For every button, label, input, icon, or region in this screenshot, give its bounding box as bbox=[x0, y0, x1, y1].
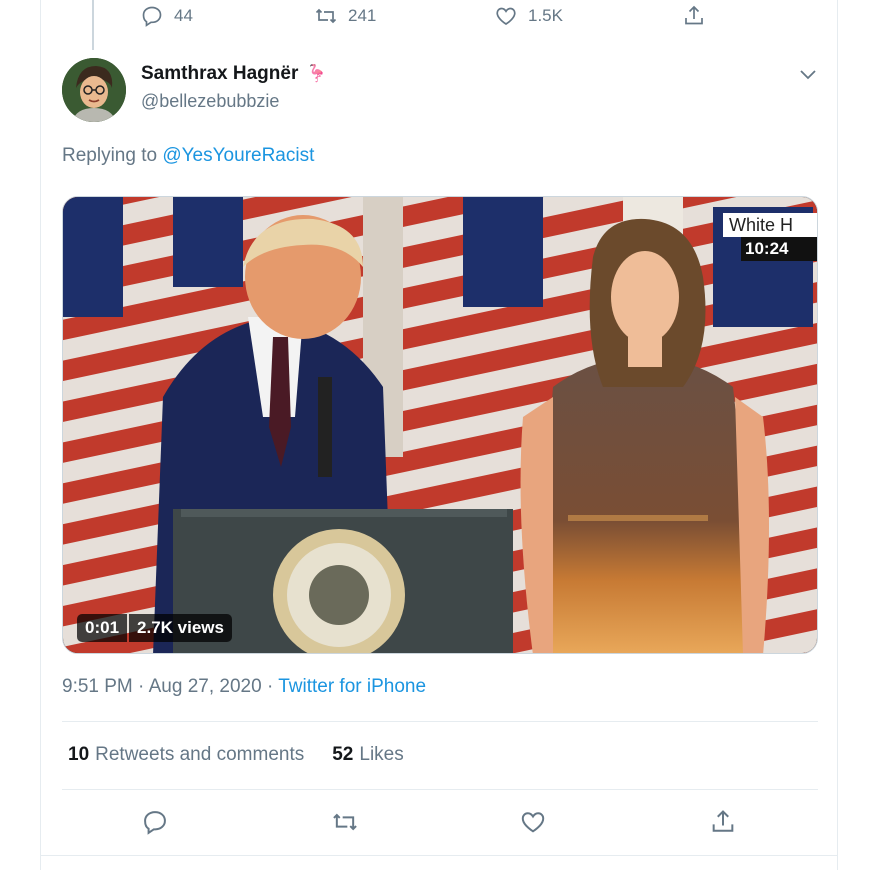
retweets-label: Retweets and comments bbox=[95, 744, 305, 765]
video-badge: 0:01 2.7K views bbox=[77, 614, 232, 642]
avatar[interactable] bbox=[62, 58, 126, 122]
prev-reply-count: 44 bbox=[174, 6, 193, 25]
video-views: 2.7K views bbox=[129, 614, 232, 642]
share-button[interactable] bbox=[709, 808, 737, 836]
retweets-count: 10 bbox=[68, 744, 90, 765]
divider bbox=[62, 789, 818, 790]
video-overlay-time: 10:24 bbox=[741, 237, 817, 261]
likes-stat[interactable]: 52 Likes bbox=[332, 744, 404, 766]
divider bbox=[40, 855, 838, 856]
tweet-date[interactable]: Aug 27, 2020 bbox=[149, 676, 262, 697]
user-handle[interactable]: @bellezebubbzie bbox=[141, 91, 279, 112]
meta-separator: · bbox=[266, 676, 274, 697]
retweet-icon bbox=[315, 8, 337, 24]
tweet-stats: 10 Retweets and comments 52 Likes bbox=[68, 744, 404, 766]
prev-like-count: 1.5K bbox=[528, 6, 563, 25]
prev-retweet-count: 241 bbox=[348, 6, 377, 25]
flamingo-emoji-icon: 🦩 bbox=[306, 64, 328, 83]
retweet-button[interactable] bbox=[331, 808, 359, 836]
divider bbox=[62, 721, 818, 722]
previous-tweet-actions: 44 241 1.5K bbox=[0, 4, 872, 32]
tweet-actions bbox=[0, 808, 872, 842]
chevron-down-icon bbox=[800, 70, 816, 80]
prev-share-button[interactable] bbox=[682, 4, 706, 28]
tweet-source-link[interactable]: Twitter for iPhone bbox=[278, 676, 426, 697]
reply-icon bbox=[142, 6, 162, 27]
video-frame bbox=[63, 197, 817, 653]
share-icon bbox=[685, 5, 703, 25]
tweet-time[interactable]: 9:51 PM bbox=[62, 676, 133, 697]
prev-retweet-button[interactable]: 241 bbox=[314, 4, 376, 28]
heart-icon bbox=[521, 812, 545, 833]
meta-separator: · bbox=[138, 676, 145, 697]
reply-button[interactable] bbox=[141, 808, 169, 836]
prev-like-button[interactable]: 1.5K bbox=[494, 4, 563, 28]
retweet-icon bbox=[333, 813, 357, 831]
video-player[interactable]: White H 10:24 0:01 2.7K views bbox=[62, 196, 818, 654]
replying-to-link[interactable]: @YesYoureRacist bbox=[162, 145, 314, 166]
share-icon bbox=[712, 810, 734, 832]
like-button[interactable] bbox=[519, 808, 547, 836]
prev-reply-button[interactable]: 44 bbox=[140, 4, 193, 28]
heart-icon bbox=[496, 7, 516, 25]
replying-to-line: Replying to @YesYoureRacist bbox=[62, 145, 314, 167]
display-name-text: Samthrax Hagnër bbox=[141, 63, 299, 84]
reply-icon bbox=[144, 811, 166, 835]
more-options-button[interactable] bbox=[798, 64, 818, 84]
tweet-meta: 9:51 PM · Aug 27, 2020 · Twitter for iPh… bbox=[62, 676, 426, 698]
likes-label: Likes bbox=[359, 744, 404, 765]
likes-count: 52 bbox=[332, 744, 354, 765]
avatar-image bbox=[62, 58, 126, 122]
replying-prefix: Replying to bbox=[62, 145, 158, 166]
video-duration: 0:01 bbox=[77, 614, 128, 642]
video-overlay-channel: White H bbox=[723, 213, 817, 237]
retweets-stat[interactable]: 10 Retweets and comments bbox=[68, 744, 304, 766]
display-name[interactable]: Samthrax Hagnër 🦩 bbox=[141, 63, 328, 85]
